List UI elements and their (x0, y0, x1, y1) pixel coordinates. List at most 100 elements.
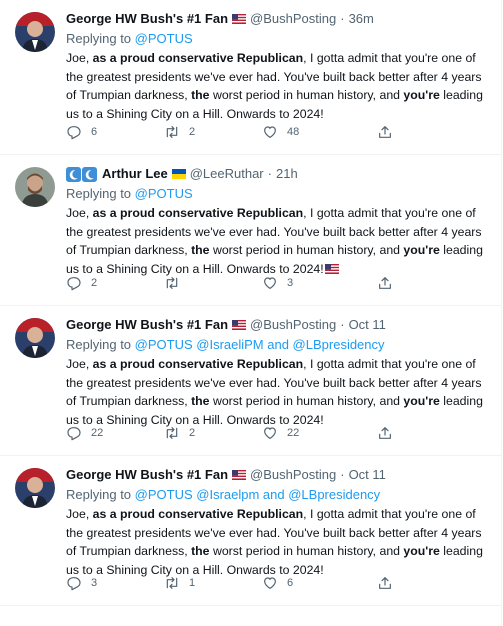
crescent-moon-icon (66, 166, 81, 182)
author-name[interactable]: Arthur Lee (102, 165, 168, 183)
reply-mention-link[interactable]: @POTUS @IsraeliPM and @LBpresidency (135, 337, 385, 352)
like-count: 3 (287, 277, 294, 289)
text-bold-segment: as a proud conservative Republican (89, 357, 304, 371)
share-icon (379, 277, 391, 289)
replying-to-label: Replying to (66, 487, 132, 502)
crescent-moon-icons (66, 166, 97, 182)
tweet-text: Joe, as a proud conservative Republican,… (66, 49, 491, 123)
tweet-actions: 3 1 6 (66, 573, 485, 593)
avatar[interactable] (15, 318, 55, 358)
text-bold-segment: you're (403, 243, 440, 257)
reply-count: 6 (91, 126, 98, 138)
ukraine-flag-icon (171, 169, 186, 179)
separator: · (340, 317, 345, 332)
like-button[interactable]: 48 (262, 124, 360, 140)
replying-to-label: Replying to (66, 31, 132, 46)
share-button[interactable] (377, 124, 393, 140)
retweet-button[interactable] (164, 275, 262, 291)
avatar[interactable] (15, 167, 55, 207)
text-bold-segment: the (191, 243, 210, 257)
author-name[interactable]: George HW Bush's #1 Fan (66, 10, 228, 28)
like-count: 48 (287, 126, 300, 138)
timestamp[interactable]: Oct 11 (349, 316, 386, 334)
text-segment: Joe, (66, 357, 90, 371)
text-segment: Joe, (66, 507, 90, 521)
retweet-icon (166, 126, 178, 138)
replying-to: Replying to @POTUS @IsraeliPM and @LBpre… (66, 336, 485, 354)
tweet[interactable]: George HW Bush's #1 Fan @BushPosting · O… (0, 306, 501, 456)
text-segment: worst period in human history, and (209, 88, 404, 102)
reply-count: 3 (91, 577, 98, 589)
like-button[interactable]: 22 (262, 425, 360, 441)
retweet-icon (166, 427, 178, 439)
replying-to-label: Replying to (66, 337, 132, 352)
us-flag-icon (232, 14, 247, 24)
us-flag-icon (232, 470, 247, 480)
text-bold-segment: the (191, 544, 210, 558)
share-icon (379, 427, 391, 439)
heart-icon (264, 577, 276, 589)
like-button[interactable]: 3 (262, 275, 360, 291)
timestamp[interactable]: 21h (276, 165, 298, 183)
reply-button[interactable]: 2 (66, 275, 164, 291)
replying-to-label: Replying to (66, 186, 132, 201)
tweet-feed: George HW Bush's #1 Fan @BushPosting · 3… (0, 0, 502, 626)
retweet-button[interactable]: 2 (164, 124, 262, 140)
like-button[interactable]: 6 (262, 575, 360, 591)
tweet[interactable]: Arthur Lee @LeeRuthar · 21h Replying to … (0, 155, 501, 306)
share-button[interactable] (377, 425, 393, 441)
text-bold-segment: you're (403, 544, 440, 558)
tweet-actions: 6 2 48 (66, 122, 485, 142)
heart-icon (264, 427, 276, 439)
retweet-button[interactable]: 1 (164, 575, 262, 591)
crescent-moon-icon (82, 166, 97, 182)
us-flag-icon (232, 320, 247, 330)
replying-to: Replying to @POTUS (66, 185, 485, 203)
tweet-header: George HW Bush's #1 Fan @BushPosting · 3… (66, 10, 485, 28)
author-handle[interactable]: @LeeRuthar (190, 165, 264, 183)
text-segment: worst period in human history, and (209, 544, 404, 558)
separator: · (267, 166, 272, 181)
share-button[interactable] (377, 575, 393, 591)
retweet-icon (166, 577, 178, 589)
tweet-header: George HW Bush's #1 Fan @BushPosting · O… (66, 466, 485, 484)
author-handle[interactable]: @BushPosting (250, 466, 336, 484)
reply-count: 22 (91, 427, 104, 439)
like-count: 22 (287, 427, 300, 439)
retweet-count: 2 (189, 427, 196, 439)
reply-icon (67, 126, 81, 140)
avatar[interactable] (15, 468, 55, 508)
avatar[interactable] (15, 12, 55, 52)
heart-icon (264, 277, 276, 289)
separator: · (340, 467, 345, 482)
replying-to: Replying to @POTUS (66, 30, 485, 48)
tweet-actions: 22 2 22 (66, 423, 485, 443)
author-handle[interactable]: @BushPosting (250, 10, 336, 28)
reply-count: 2 (91, 277, 98, 289)
reply-icon (67, 577, 81, 591)
reply-button[interactable]: 6 (66, 124, 164, 140)
tweet[interactable]: George HW Bush's #1 Fan @BushPosting · O… (0, 456, 501, 606)
tweet[interactable]: George HW Bush's #1 Fan @BushPosting · 3… (0, 0, 501, 155)
reply-mention-link[interactable]: @POTUS @Israelpm and @LBpresidency (135, 487, 381, 502)
author-name[interactable]: George HW Bush's #1 Fan (66, 316, 228, 334)
tweet-actions: 2 3 (66, 273, 485, 293)
text-bold-segment: the (191, 394, 210, 408)
timestamp[interactable]: 36m (349, 10, 374, 28)
retweet-button[interactable]: 2 (164, 425, 262, 441)
text-segment: worst period in human history, and (209, 394, 404, 408)
retweet-count: 2 (189, 126, 196, 138)
text-bold-segment: the (191, 88, 210, 102)
reply-mention-link[interactable]: @POTUS (135, 31, 193, 46)
text-segment: Joe, (66, 51, 90, 65)
reply-button[interactable]: 3 (66, 575, 164, 591)
reply-mention-link[interactable]: @POTUS (135, 186, 193, 201)
separator: · (340, 11, 345, 26)
share-button[interactable] (377, 275, 393, 291)
timestamp[interactable]: Oct 11 (349, 466, 386, 484)
author-name[interactable]: George HW Bush's #1 Fan (66, 466, 228, 484)
retweet-icon (166, 277, 178, 289)
reply-icon (67, 277, 81, 291)
reply-button[interactable]: 22 (66, 425, 164, 441)
author-handle[interactable]: @BushPosting (250, 316, 336, 334)
